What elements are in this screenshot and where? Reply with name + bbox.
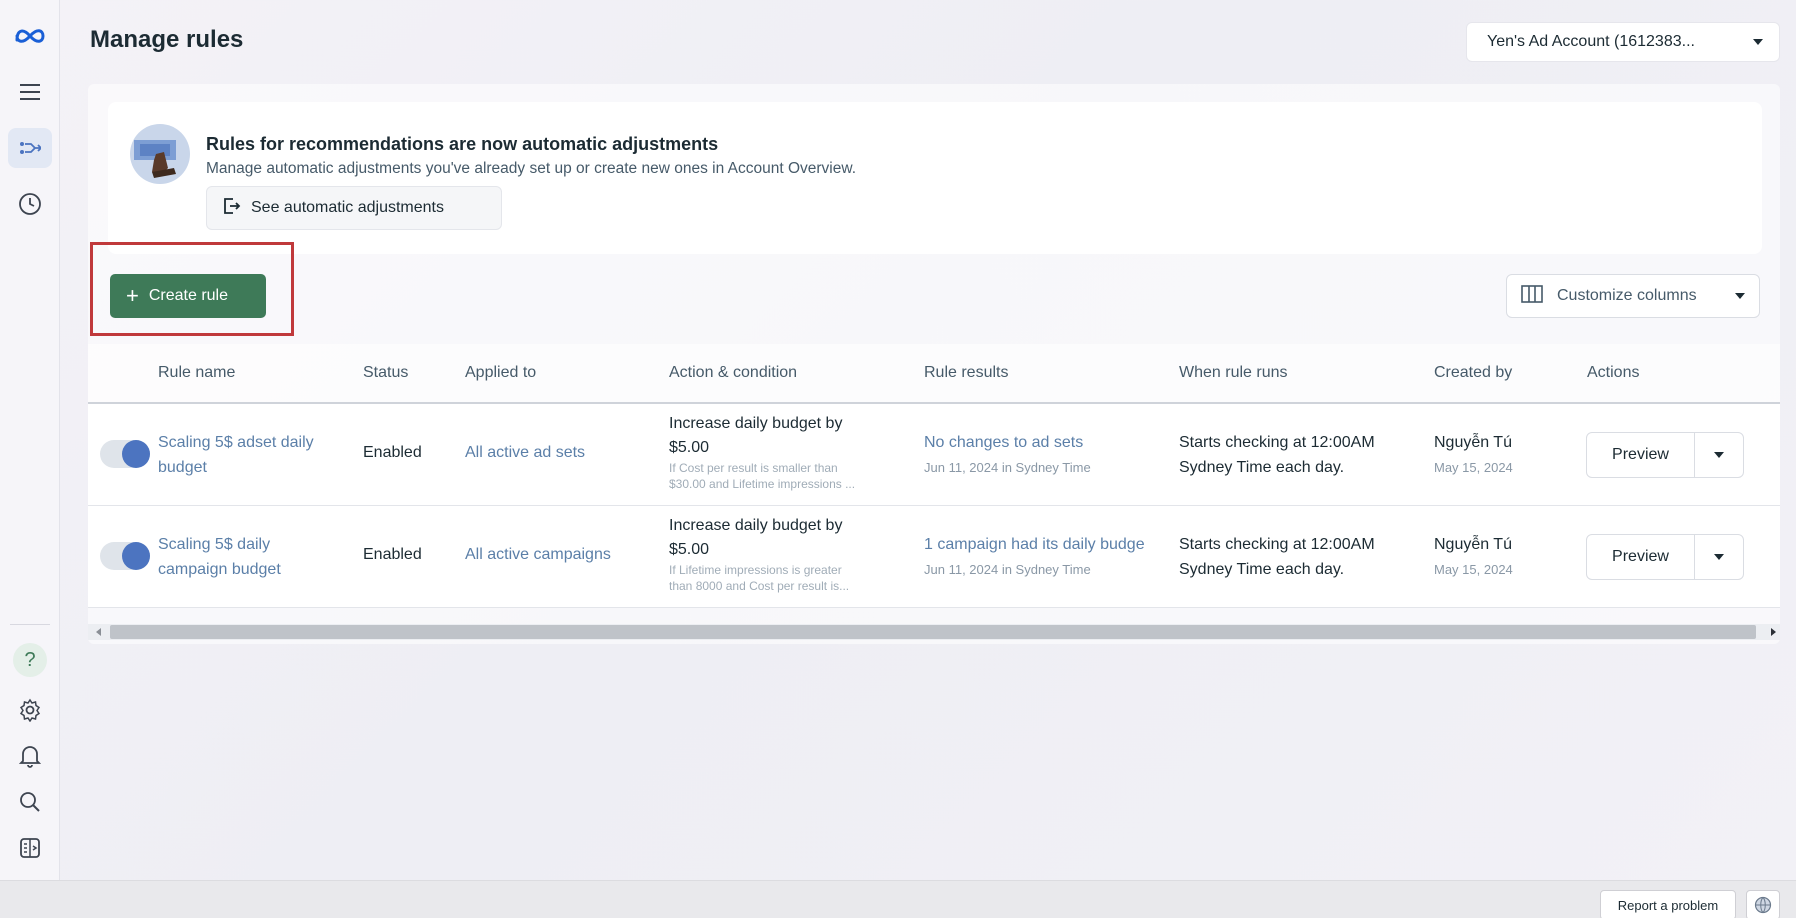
column-header-when-rule-runs[interactable]: When rule runs xyxy=(1179,364,1288,382)
created-date: May 15, 2024 xyxy=(1434,562,1513,577)
rule-schedule: Starts checking at 12:00AM Sydney Time e… xyxy=(1179,434,1375,476)
settings-gear-icon[interactable] xyxy=(8,690,52,730)
banner-illustration xyxy=(130,124,190,184)
table-header: Rule name Status Applied to Action & con… xyxy=(88,344,1780,404)
ad-account-selector[interactable]: Yen's Ad Account (1612383... xyxy=(1466,22,1780,62)
automated-rules-icon[interactable] xyxy=(8,128,52,168)
column-header-status[interactable]: Status xyxy=(363,364,408,382)
globe-icon[interactable] xyxy=(1746,890,1780,918)
rule-result-link[interactable]: 1 campaign had its daily budge xyxy=(924,536,1176,554)
footer-bar xyxy=(0,880,1796,918)
creator-name: Nguyễn Tú xyxy=(1434,536,1512,553)
column-header-action-condition[interactable]: Action & condition xyxy=(669,364,797,382)
chevron-down-icon xyxy=(1753,39,1763,45)
chevron-down-icon xyxy=(1735,293,1745,299)
applied-to-link[interactable]: All active ad sets xyxy=(465,444,585,462)
rule-enabled-toggle[interactable] xyxy=(100,542,150,570)
banner-title: Rules for recommendations are now automa… xyxy=(206,134,719,154)
rail-divider xyxy=(10,624,50,625)
left-navigation-rail: ? xyxy=(0,0,60,880)
menu-icon[interactable] xyxy=(8,72,52,112)
preview-button-group: Preview xyxy=(1586,534,1744,580)
help-icon[interactable]: ? xyxy=(8,640,52,680)
preview-button[interactable]: Preview xyxy=(1587,433,1695,477)
action-condition: Increase daily budget by $5.00 If Lifeti… xyxy=(669,517,850,593)
rule-name-link[interactable]: Scaling 5$ adset daily budget xyxy=(158,430,314,480)
ad-account-label: Yen's Ad Account (1612383... xyxy=(1487,33,1695,50)
columns-icon xyxy=(1521,284,1543,308)
notifications-bell-icon[interactable] xyxy=(8,736,52,776)
page-title: Manage rules xyxy=(90,26,244,53)
chevron-down-icon xyxy=(1714,554,1724,560)
column-header-created-by[interactable]: Created by xyxy=(1434,364,1512,382)
table-row: Scaling 5$ adset daily budget Enabled Al… xyxy=(88,404,1780,506)
customize-columns-button[interactable]: Customize columns xyxy=(1506,274,1760,318)
scroll-right-icon[interactable] xyxy=(1771,628,1776,636)
rule-enabled-toggle[interactable] xyxy=(100,440,150,468)
panel-toggle-icon[interactable] xyxy=(8,828,52,868)
create-rule-button[interactable]: + Create rule xyxy=(110,274,266,318)
action-condition: Increase daily budget by $5.00 If Cost p… xyxy=(669,415,856,491)
meta-logo-icon[interactable] xyxy=(8,16,52,56)
banner-subtitle: Manage automatic adjustments you've alre… xyxy=(206,160,857,177)
horizontal-scrollbar[interactable] xyxy=(88,624,1780,640)
rule-result-date: Jun 11, 2024 in Sydney Time xyxy=(924,562,1091,577)
report-problem-button[interactable]: Report a problem xyxy=(1600,890,1736,918)
column-header-rule-name[interactable]: Rule name xyxy=(158,364,235,382)
column-header-rule-results[interactable]: Rule results xyxy=(924,364,1008,382)
see-automatic-adjustments-label: See automatic adjustments xyxy=(251,199,444,216)
preview-dropdown-button[interactable] xyxy=(1695,535,1743,579)
rule-name-link[interactable]: Scaling 5$ daily campaign budget xyxy=(158,532,281,582)
rule-schedule: Starts checking at 12:00AM Sydney Time e… xyxy=(1179,536,1375,578)
rule-result-date: Jun 11, 2024 in Sydney Time xyxy=(924,460,1091,475)
plus-icon: + xyxy=(126,283,139,308)
column-header-actions: Actions xyxy=(1587,364,1640,381)
applied-to-link[interactable]: All active campaigns xyxy=(465,546,611,564)
preview-button-group: Preview xyxy=(1586,432,1744,478)
see-automatic-adjustments-button[interactable]: See automatic adjustments xyxy=(206,186,502,230)
customize-columns-label: Customize columns xyxy=(1557,287,1697,304)
search-icon[interactable] xyxy=(8,782,52,822)
creator-name: Nguyễn Tú xyxy=(1434,434,1512,451)
table-row: Scaling 5$ daily campaign budget Enabled… xyxy=(88,506,1780,608)
rule-status: Enabled xyxy=(363,444,422,461)
scrollbar-thumb[interactable] xyxy=(110,625,1756,639)
rule-result-link[interactable]: No changes to ad sets xyxy=(924,434,1083,452)
external-open-icon xyxy=(221,196,241,221)
column-header-applied-to[interactable]: Applied to xyxy=(465,364,536,382)
chevron-down-icon xyxy=(1714,452,1724,458)
scroll-left-icon[interactable] xyxy=(96,628,101,636)
preview-dropdown-button[interactable] xyxy=(1695,433,1743,477)
history-clock-icon[interactable] xyxy=(8,184,52,224)
created-date: May 15, 2024 xyxy=(1434,460,1513,475)
info-banner xyxy=(108,102,1762,254)
preview-button[interactable]: Preview xyxy=(1587,535,1695,579)
rule-status: Enabled xyxy=(363,546,422,563)
create-rule-label: Create rule xyxy=(148,287,229,304)
